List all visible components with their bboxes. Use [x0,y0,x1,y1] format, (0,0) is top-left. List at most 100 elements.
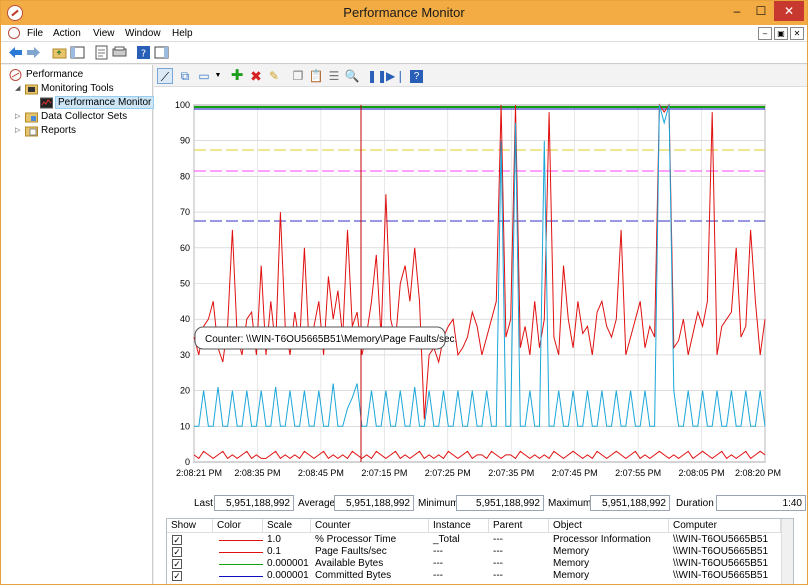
tree-node-monitoring-tools[interactable]: Monitoring Tools [41,83,114,94]
back-arrow-icon[interactable] [8,45,23,60]
legend-row[interactable]: ✓ 1.0 % Processor Time _Total --- Processor I… [167,534,769,546]
header-counter[interactable]: Counter [311,519,429,533]
instance-cell: _Total [433,534,460,545]
view-current-activity-icon[interactable]: ⟋ [157,68,173,84]
x-tick-label: 2:08:05 PM [679,468,725,478]
maximum-value: 5,951,188,992 [590,495,670,511]
color-swatch [219,576,263,577]
scale-cell: 0.1 [267,546,281,557]
average-label: Average [298,498,336,509]
minimize-button[interactable]: – [725,1,749,21]
maximize-button[interactable]: ☐ [749,1,773,21]
mdi-minimize-button[interactable]: – [758,27,772,40]
tree-node-reports[interactable]: Reports [41,125,76,136]
counter-legend: Show Color Scale Counter Instance Parent… [166,518,794,584]
counter-cell: Page Faults/sec [315,546,387,557]
parent-cell: --- [493,558,503,569]
expand-data-collector-sets-icon[interactable]: ▷ [15,112,20,120]
show-checkbox[interactable]: ✓ [172,547,182,557]
menu-action[interactable]: Action [53,28,81,39]
y-tick-label: 60 [180,243,190,253]
counter-tooltip: Counter: \\WIN-T6OU5665B51\Memory\Page F… [194,326,457,350]
view-log-data-icon[interactable]: ⧉ [177,68,193,84]
instance-cell: --- [433,570,443,581]
x-tick-label: 2:07:45 PM [552,468,598,478]
header-show[interactable]: Show [167,519,213,533]
x-tick-label: 2:08:45 PM [298,468,344,478]
color-swatch [219,564,263,565]
header-computer[interactable]: Computer [669,519,781,533]
show-checkbox[interactable]: ✓ [172,571,182,581]
header-parent[interactable]: Parent [489,519,549,533]
properties-icon[interactable] [94,45,109,60]
counter-cell: Committed Bytes [315,570,392,581]
update-data-icon[interactable]: ▶❘ [386,68,405,84]
freeze-display-icon[interactable]: ❚❚ [367,68,387,84]
menu-help[interactable]: Help [172,28,193,39]
minimum-label: Minimum [418,498,459,509]
system-menu-icon[interactable] [8,27,20,39]
expand-reports-icon[interactable]: ▷ [15,126,20,134]
computer-cell: \\WIN-T6OU5665B51 [673,534,769,545]
copy-properties-icon[interactable]: ❐ [290,68,306,84]
instance-cell: --- [433,558,443,569]
parent-cell: --- [493,534,503,545]
mdi-restore-button[interactable]: ▣ [774,27,788,40]
menu-view[interactable]: View [93,28,115,39]
export-list-icon[interactable] [112,45,127,60]
performance-graph[interactable]: 0 10 20 30 40 50 60 70 80 90 100 2:08:21 PM 2:08:35… [154,87,807,491]
graph-toolbar: ⟋ ⧉ ▭ ▼ ✚ ✖ ✎ ❐ 📋 ☰ 🔍 ❚❚ ▶❘ ? [154,65,807,87]
window-title: Performance Monitor [343,5,465,20]
legend-scrollbar[interactable] [781,519,793,584]
y-tick-label: 70 [180,207,190,217]
highlight-icon[interactable]: ✎ [266,68,282,84]
paste-counter-list-icon[interactable]: 📋 [308,68,324,84]
help-icon[interactable]: ? [410,70,423,83]
y-tick-label: 20 [180,386,190,396]
duration-label: Duration [676,498,714,509]
tree-node-performance-monitor[interactable]: Performance Monitor [55,96,155,109]
properties-icon[interactable]: ☰ [326,68,342,84]
x-tick-label: 2:07:55 PM [615,468,661,478]
legend-row[interactable]: ✓ 0.000001 Available Bytes --- --- Memory \\WI… [167,558,768,570]
y-tick-label: 40 [180,314,190,324]
expand-monitoring-tools-icon[interactable]: ◢ [15,84,20,92]
tree-node-performance[interactable]: Performance [26,69,83,80]
title-bar[interactable]: Performance Monitor – ☐ ✕ [1,1,807,25]
graph-type-dropdown-icon[interactable]: ▼ [210,68,226,84]
counter-cell: Available Bytes [315,558,384,569]
up-folder-icon[interactable] [52,45,67,60]
last-label: Last [194,498,213,509]
show-checkbox[interactable]: ✓ [172,559,182,569]
header-color[interactable]: Color [213,519,263,533]
y-axis-labels: 0 10 20 30 40 50 60 70 80 90 100 [175,100,190,467]
close-button[interactable]: ✕ [774,1,804,21]
show-checkbox[interactable]: ✓ [172,535,182,545]
legend-row[interactable]: ✓ 0.1 Page Faults/sec --- --- Memory \\WIN-T6O… [167,546,769,558]
scale-cell: 0.000001 [267,570,309,581]
maximum-label: Maximum [548,498,592,509]
x-axis-labels: 2:08:21 PM 2:08:35 PM 2:08:45 PM 2:07:15 PM… [176,468,781,478]
instance-cell: --- [433,546,443,557]
delete-counter-icon[interactable]: ✖ [248,68,264,84]
header-instance[interactable]: Instance [429,519,489,533]
header-scale[interactable]: Scale [263,519,311,533]
add-counter-icon[interactable]: ✚ [229,68,245,84]
tree-node-data-collector-sets[interactable]: Data Collector Sets [41,111,127,122]
legend-row[interactable]: ✓ 0.000001 Committed Bytes --- --- Memory \\WI… [167,570,768,582]
zoom-icon[interactable]: 🔍 [344,68,360,84]
header-object[interactable]: Object [549,519,669,533]
computer-cell: \\WIN-T6OU5665B51 [673,546,769,557]
performance-icon [9,69,22,81]
statistics-bar: Last 5,951,188,992 Average 5,951,188,992… [154,493,807,513]
forward-arrow-icon[interactable] [26,45,41,60]
menu-window[interactable]: Window [125,28,161,39]
mdi-close-button[interactable]: ✕ [790,27,804,40]
scale-cell: 0.000001 [267,558,309,569]
console-tree: Performance ◢ Monitoring Tools Performan… [1,65,155,584]
x-tick-label: 2:08:35 PM [234,468,280,478]
help-icon[interactable]: ? [136,45,151,60]
show-hide-action-pane-icon[interactable] [154,45,169,60]
show-hide-console-tree-icon[interactable] [70,45,85,60]
menu-file[interactable]: File [27,28,43,39]
